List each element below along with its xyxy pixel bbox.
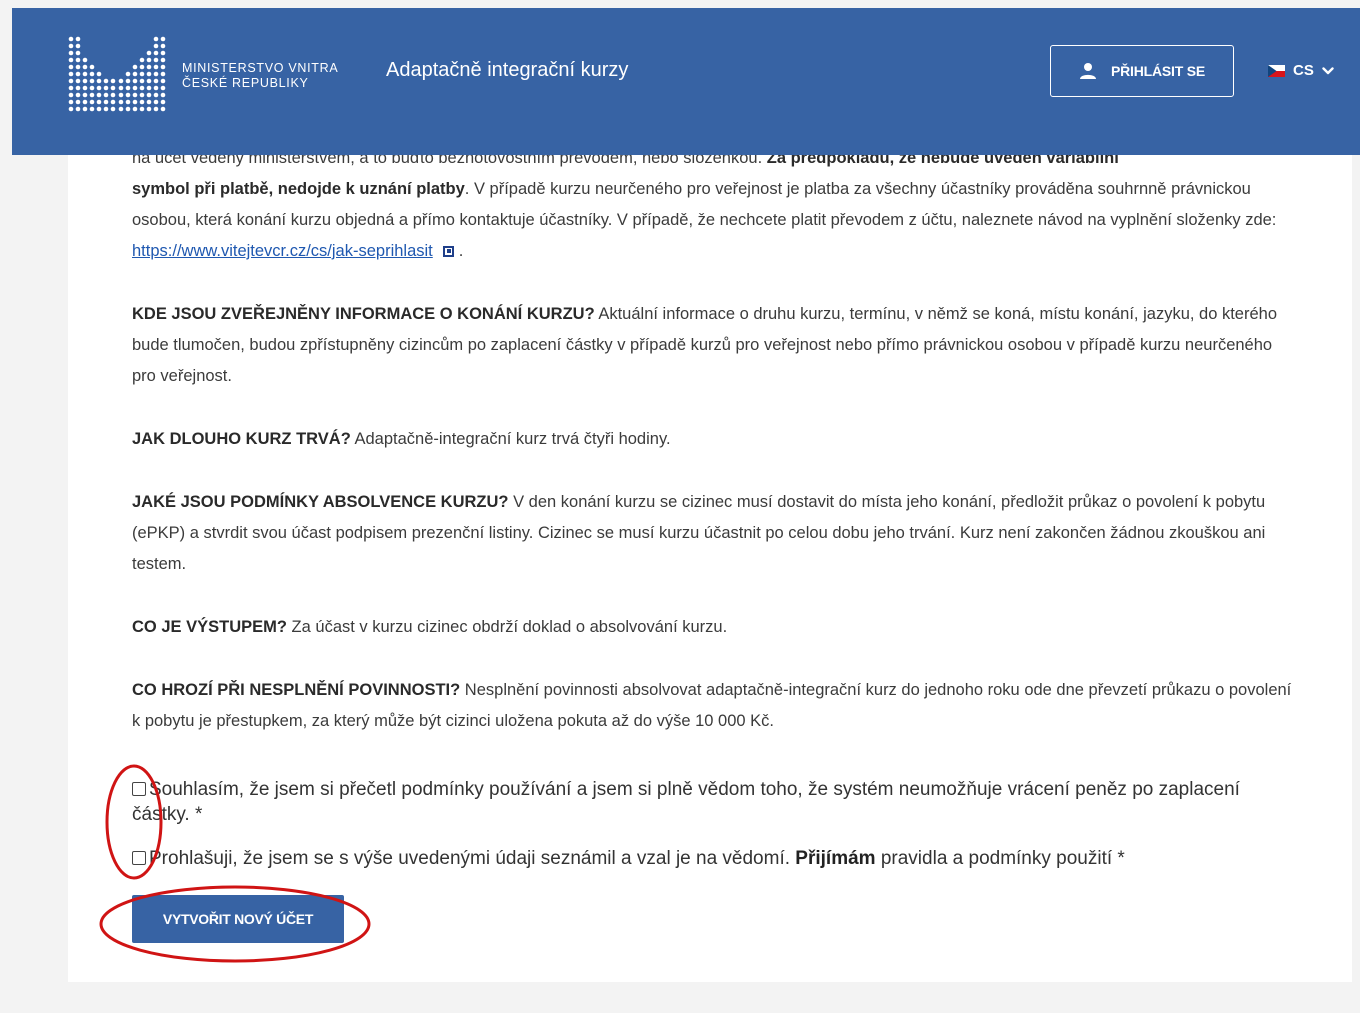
payment-end: . [458, 242, 464, 260]
registration-guide-link[interactable]: https://www.vitejtevcr.cz/cs/jak-seprihl… [132, 242, 433, 260]
declaration-label: Prohlašuji, že jsem se s výše uvedenými … [149, 848, 791, 869]
terms-checkbox[interactable] [132, 782, 146, 796]
language-selector[interactable]: CS [1268, 62, 1334, 79]
external-link-icon [442, 246, 454, 258]
section-answer: Adaptačně-integrační kurz trvá čtyři hod… [354, 430, 671, 448]
ministry-name-line2: ČESKÉ REPUBLIKY [182, 76, 309, 90]
app-title[interactable]: Adaptačně integrační kurzy [386, 59, 628, 82]
section-question: KDE JSOU ZVEŘEJNĚNY INFORMACE O KONÁNÍ K… [132, 305, 595, 323]
top-header: MINISTERSTVO VNITRA ČESKÉ REPUBLIKY Adap… [12, 8, 1360, 155]
czech-flag-icon [1268, 64, 1285, 77]
terms-consent-row[interactable]: Souhlasím, že jsem si přečetl podmínky p… [132, 777, 1282, 827]
ministry-logo-icon[interactable] [67, 35, 167, 115]
login-button[interactable]: PŘIHLÁSIT SE [1050, 45, 1234, 97]
ministry-name: MINISTERSTVO VNITRA ČESKÉ REPUBLIKY [182, 61, 338, 91]
section-conditions: JAKÉ JSOU PODMÍNKY ABSOLVENCE KURZU? V d… [132, 487, 1297, 580]
ministry-name-line1: MINISTERSTVO VNITRA [182, 61, 339, 75]
chevron-down-icon [1322, 66, 1334, 74]
section-duration: JAK DLOUHO KURZ TRVÁ? Adaptačně-integrač… [132, 424, 1297, 455]
section-penalty: CO HROZÍ PŘI NESPLNĚNÍ POVINNOSTI? Nespl… [132, 675, 1297, 737]
language-code: CS [1293, 62, 1314, 79]
user-icon [1079, 63, 1096, 79]
create-account-button[interactable]: VYTVOŘIT NOVÝ ÚČET [132, 895, 344, 943]
login-label: PŘIHLÁSIT SE [1110, 63, 1206, 79]
section-question: CO JE VÝSTUPEM? [132, 618, 287, 636]
section-question: JAK DLOUHO KURZ TRVÁ? [132, 430, 351, 448]
declaration-checkbox[interactable] [132, 851, 146, 865]
section-question: JAKÉ JSOU PODMÍNKY ABSOLVENCE KURZU? [132, 493, 509, 511]
payment-bold-variable-symbol: symbol při platbě, nedojde k uznání plat… [132, 180, 465, 198]
declaration-consent-row[interactable]: Prohlašuji, že jsem se s výše uvedenými … [132, 846, 1282, 871]
section-info: KDE JSOU ZVEŘEJNĚNY INFORMACE O KONÁNÍ K… [132, 299, 1297, 392]
payment-paragraph: na účet vedený ministerstvem, a to buďto… [132, 143, 1297, 267]
section-answer: Za účast v kurzu cizinec obdrží doklad o… [291, 618, 728, 636]
declaration-label-suffix: pravidla a podmínky použití * [880, 848, 1125, 869]
terms-label: Souhlasím, že jsem si přečetl podmínky p… [132, 779, 1240, 825]
declaration-label-bold: Přijímám [795, 848, 876, 869]
section-output: CO JE VÝSTUPEM? Za účast v kurzu cizinec… [132, 612, 1297, 643]
section-question: CO HROZÍ PŘI NESPLNĚNÍ POVINNOSTI? [132, 681, 461, 699]
main-content: na účet vedený ministerstvem, a to buďto… [132, 143, 1297, 769]
